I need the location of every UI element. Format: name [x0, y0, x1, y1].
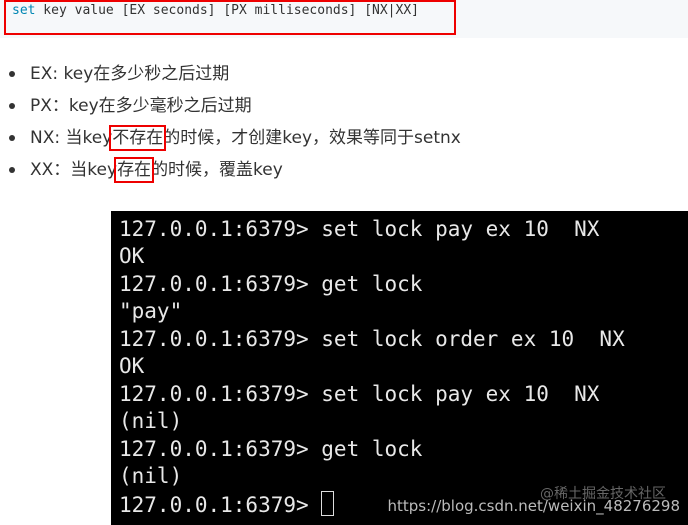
highlighted-text: 存在 [114, 157, 155, 183]
code-keyword: set [12, 3, 36, 18]
item-text: PX：key在多少毫秒之后过期 [30, 96, 252, 116]
list-item: XX：当key存在的时候，覆盖key [0, 154, 461, 186]
terminal-screenshot: 127.0.0.1:6379> set lock pay ex 10 NX OK… [111, 211, 688, 525]
terminal-line: "pay" [119, 299, 183, 323]
code-block: set key value [EX seconds] [PX milliseco… [0, 0, 688, 38]
option-list: EX: key在多少秒之后过期 PX：key在多少毫秒之后过期 NX: 当key… [0, 58, 461, 186]
terminal-line: (nil) [119, 464, 183, 488]
highlighted-text: 不存在 [109, 125, 167, 151]
terminal-line: 127.0.0.1:6379> get lock [119, 272, 423, 296]
item-text: XX：当key [30, 160, 118, 180]
item-text: EX: key在多少秒之后过期 [30, 64, 230, 84]
list-item: NX: 当key不存在的时候，才创建key，效果等同于setnx [0, 122, 461, 154]
terminal-line: 127.0.0.1:6379> set lock pay ex 10 NX [119, 217, 600, 241]
item-text: 的时候，覆盖key [151, 160, 283, 180]
terminal-line: OK [119, 354, 145, 378]
terminal-line: (nil) [119, 409, 183, 433]
cursor-icon [321, 491, 335, 516]
prompt-text: 127.0.0.1:6379> [119, 493, 322, 517]
item-text: NX: 当key [30, 128, 113, 148]
terminal-line: 127.0.0.1:6379> set lock pay ex 10 NX [119, 382, 600, 406]
code-text: set key value [EX seconds] [PX milliseco… [12, 3, 419, 18]
item-text: 的时候，才创建key，效果等同于setnx [163, 128, 461, 148]
terminal-line: OK [119, 244, 145, 268]
terminal-line: 127.0.0.1:6379> get lock [119, 437, 423, 461]
watermark-url: https://blog.csdn.net/weixin_48276298 [387, 497, 680, 515]
code-rest: key value [EX seconds] [PX milliseconds]… [35, 3, 419, 18]
list-item: EX: key在多少秒之后过期 [0, 58, 461, 90]
terminal-prompt: 127.0.0.1:6379> [119, 491, 335, 519]
terminal-line: 127.0.0.1:6379> set lock order ex 10 NX [119, 327, 625, 351]
list-item: PX：key在多少毫秒之后过期 [0, 90, 461, 122]
